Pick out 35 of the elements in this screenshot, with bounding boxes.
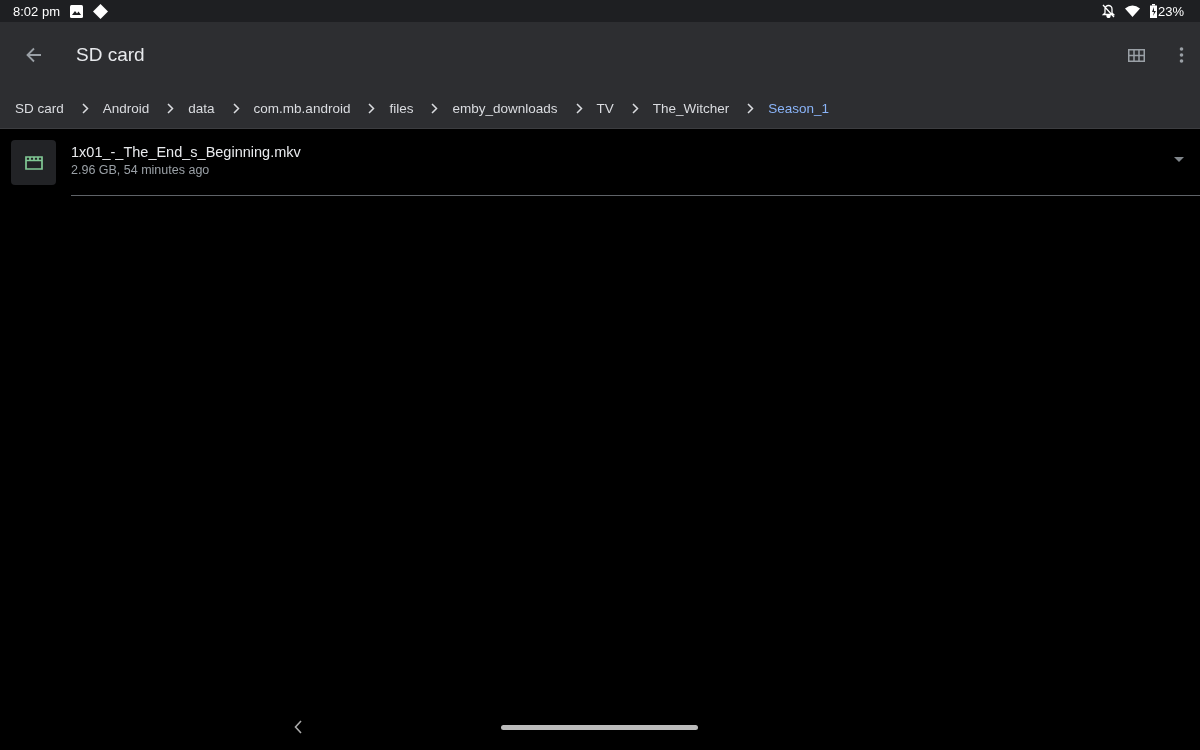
breadcrumb-link[interactable]: files bbox=[389, 100, 414, 116]
back-button[interactable] bbox=[24, 45, 44, 65]
bell-off-icon bbox=[1101, 4, 1115, 18]
chevron-right-icon bbox=[747, 102, 755, 114]
toolbar-title: SD card bbox=[76, 44, 146, 66]
image-icon bbox=[70, 4, 83, 18]
diamond-icon bbox=[93, 3, 108, 19]
breadcrumb-link[interactable]: The_Witcher bbox=[652, 100, 730, 116]
chevron-right-icon bbox=[575, 102, 583, 114]
file-name: 1x01_-_The_End_s_Beginning.mkv bbox=[71, 144, 302, 160]
more-options-button[interactable] bbox=[1179, 47, 1184, 63]
file-details: 2.96 GB, 54 minutes ago bbox=[71, 163, 211, 177]
breadcrumb-link[interactable]: TV bbox=[596, 100, 614, 116]
breadcrumb-link[interactable]: Android bbox=[102, 100, 150, 116]
chevron-right-icon bbox=[81, 102, 89, 114]
chevron-right-icon bbox=[167, 102, 175, 114]
battery-charging-icon bbox=[1149, 4, 1157, 18]
breadcrumb-link[interactable]: Season_1 bbox=[768, 100, 830, 116]
grid-view-button[interactable] bbox=[1128, 48, 1145, 62]
breadcrumb-link[interactable]: emby_downloads bbox=[452, 100, 558, 116]
breadcrumb-link[interactable]: com.mb.android bbox=[253, 100, 351, 116]
home-handle[interactable] bbox=[501, 725, 698, 730]
breadcrumb-link[interactable]: data bbox=[188, 100, 215, 116]
chevron-right-icon bbox=[368, 102, 376, 114]
wifi-icon bbox=[1124, 5, 1140, 17]
clapperboard-icon bbox=[24, 155, 43, 170]
chevron-right-icon bbox=[431, 102, 439, 114]
dropdown-arrow-icon[interactable] bbox=[1174, 157, 1184, 162]
chevron-right-icon bbox=[631, 102, 639, 114]
battery-percent: 23% bbox=[1157, 3, 1184, 19]
nav-back-button[interactable] bbox=[294, 720, 303, 734]
breadcrumb-link[interactable]: SD card bbox=[15, 100, 64, 116]
file-row[interactable]: 1x01_-_The_End_s_Beginning.mkv 2.96 GB, 54 minutes ago bbox=[0, 129, 1200, 196]
clock-time: 8:02 pm bbox=[13, 3, 60, 19]
chevron-right-icon bbox=[232, 102, 240, 114]
